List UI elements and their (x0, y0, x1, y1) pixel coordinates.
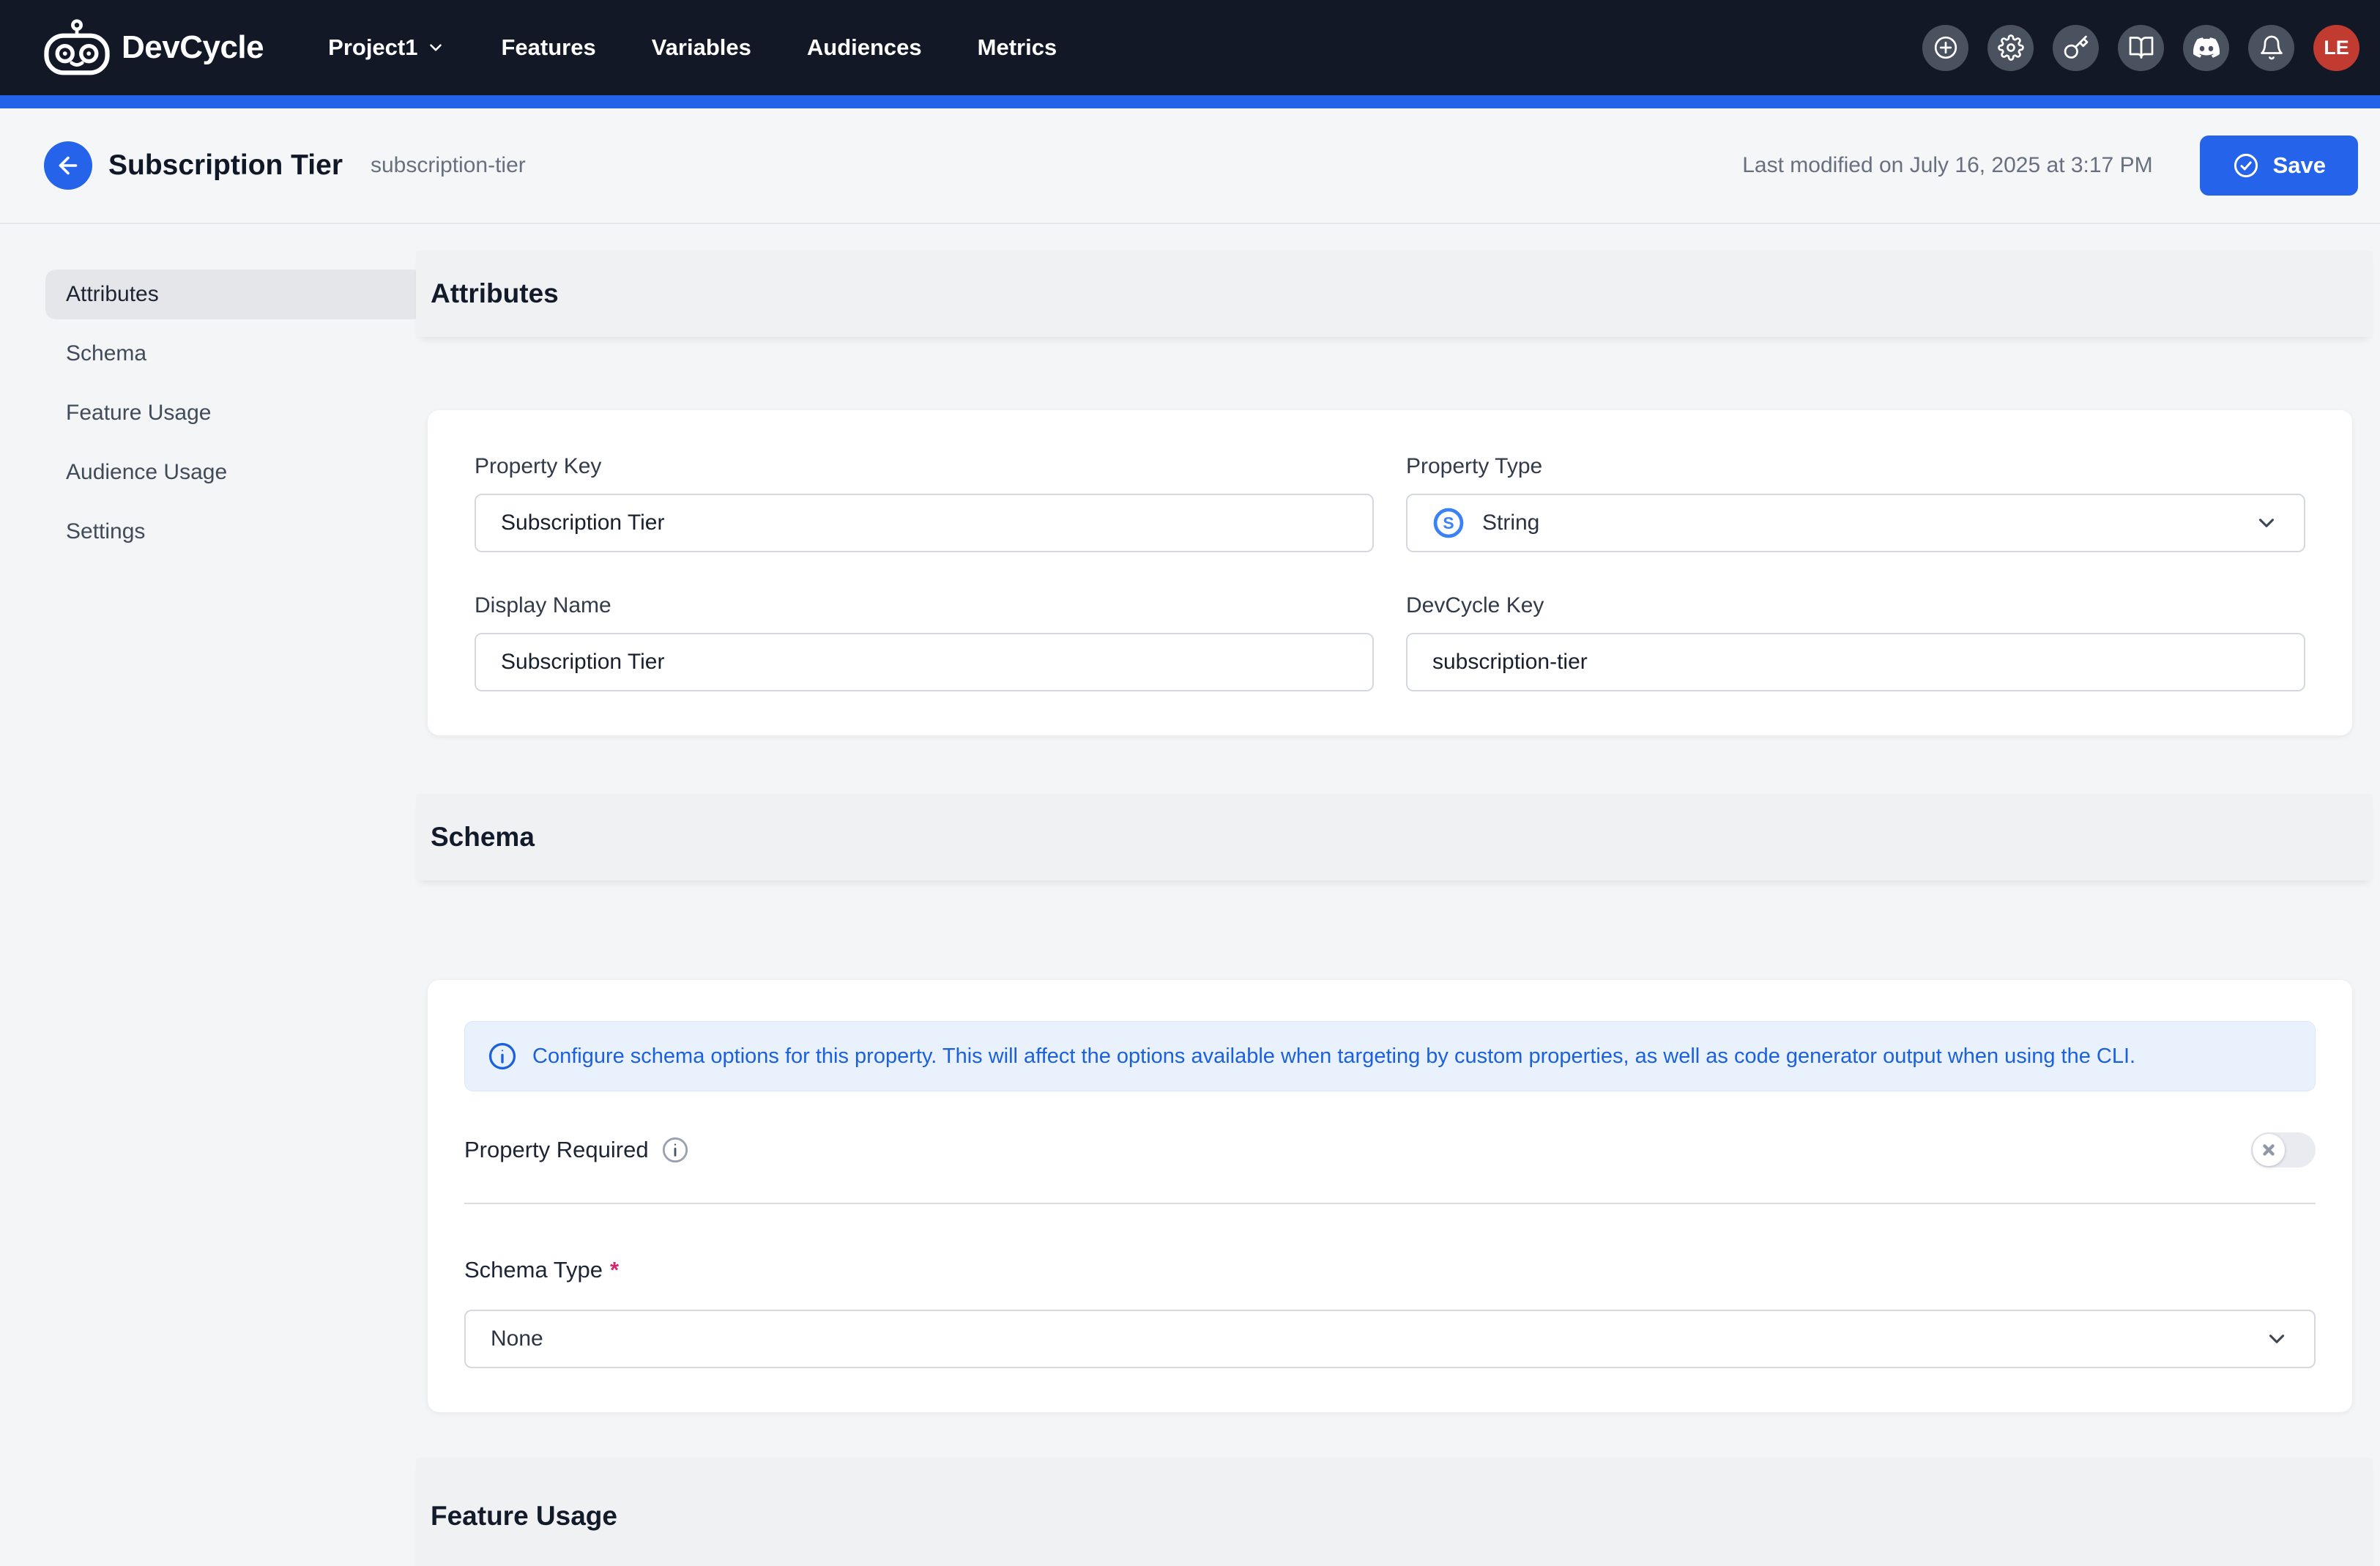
page-key: subscription-tier (371, 153, 526, 178)
string-type-icon: S (1432, 507, 1465, 539)
last-modified-text: Last modified on July 16, 2025 at 3:17 P… (1742, 153, 2152, 178)
property-required-row: Property Required (464, 1132, 2316, 1168)
schema-type-label-text: Schema Type (464, 1257, 603, 1283)
feature-usage-section-title: Feature Usage (431, 1501, 617, 1532)
book-icon (2128, 34, 2154, 61)
main-layout: Attributes Schema Feature Usage Audience… (0, 224, 2380, 1566)
top-navigation-bar: DevCycle Project1 Features Variables Aud… (0, 0, 2380, 95)
schema-type-select[interactable]: None (464, 1310, 2316, 1368)
required-asterisk: * (610, 1257, 619, 1283)
schema-section-header: Schema (416, 794, 2373, 880)
content-area: Attributes Property Key Property Type S … (416, 224, 2373, 1566)
topbar-actions: LE (1922, 25, 2359, 71)
property-type-field-group: Property Type S String (1406, 454, 2305, 552)
info-circle-icon (487, 1041, 518, 1072)
nav-item-audiences[interactable]: Audiences (807, 34, 922, 61)
devcycle-key-label: DevCycle Key (1406, 593, 2305, 618)
attributes-card: Property Key Property Type S String (428, 410, 2352, 735)
gear-icon (1998, 34, 2024, 61)
save-button[interactable]: Save (2200, 136, 2358, 196)
schema-info-alert-text: Configure schema options for this proper… (532, 1044, 2135, 1069)
feature-usage-section-header: Feature Usage (416, 1458, 2373, 1566)
schema-type-value: None (491, 1326, 543, 1351)
page-title: Subscription Tier (108, 149, 343, 182)
info-circle-icon[interactable] (661, 1135, 690, 1165)
display-name-input[interactable] (475, 633, 1374, 691)
page-header: Subscription Tier subscription-tier Last… (0, 108, 2380, 224)
bell-icon (2258, 34, 2285, 61)
sidebar-item-feature-usage[interactable]: Feature Usage (45, 388, 423, 438)
back-button[interactable] (44, 141, 92, 190)
project-selector-label: Project1 (328, 34, 417, 61)
property-type-label: Property Type (1406, 454, 2305, 479)
schema-card: Configure schema options for this proper… (428, 980, 2352, 1412)
schema-info-alert: Configure schema options for this proper… (464, 1021, 2316, 1091)
property-type-value: String (1482, 511, 1539, 535)
property-required-toggle[interactable] (2251, 1132, 2316, 1168)
discord-button[interactable] (2183, 25, 2229, 71)
key-icon (2063, 34, 2089, 61)
attributes-section-title: Attributes (431, 278, 559, 309)
devcycle-logo[interactable]: DevCycle (42, 18, 264, 77)
toggle-off-x-icon (2253, 1134, 2285, 1166)
plus-circle-icon (1933, 34, 1959, 61)
discord-icon (2193, 34, 2220, 61)
devcycle-key-field-group: DevCycle Key (1406, 593, 2305, 691)
section-sidenav: Attributes Schema Feature Usage Audience… (0, 224, 416, 566)
sidebar-item-schema[interactable]: Schema (45, 329, 423, 379)
attributes-section-header: Attributes (416, 251, 2373, 337)
docs-button[interactable] (2118, 25, 2164, 71)
display-name-label: Display Name (475, 593, 1374, 618)
property-required-label: Property Required (464, 1135, 690, 1165)
check-circle-icon (2232, 152, 2260, 179)
project-selector[interactable]: Project1 (328, 34, 445, 61)
property-key-label: Property Key (475, 454, 1374, 479)
devcycle-robot-icon (42, 18, 111, 77)
chevron-down-icon (2264, 1326, 2289, 1351)
nav-item-features[interactable]: Features (501, 34, 595, 61)
schema-divider (464, 1203, 2316, 1204)
property-required-label-text: Property Required (464, 1137, 649, 1163)
notifications-button[interactable] (2248, 25, 2294, 71)
schema-section-title: Schema (431, 822, 535, 853)
sidebar-item-settings[interactable]: Settings (45, 507, 423, 557)
property-type-select[interactable]: S String (1406, 494, 2305, 552)
logo-wordmark: DevCycle (122, 29, 264, 66)
sidebar-item-attributes[interactable]: Attributes (45, 270, 423, 319)
settings-button[interactable] (1987, 25, 2034, 71)
svg-text:S: S (1443, 513, 1454, 532)
schema-type-label: Schema Type * (464, 1257, 2316, 1283)
user-avatar[interactable]: LE (2313, 25, 2359, 71)
accent-bar (0, 95, 2380, 108)
devcycle-key-input[interactable] (1406, 633, 2305, 691)
property-key-field-group: Property Key (475, 454, 1374, 552)
api-keys-button[interactable] (2053, 25, 2099, 71)
nav-item-metrics[interactable]: Metrics (978, 34, 1057, 61)
save-button-label: Save (2273, 152, 2326, 179)
create-button[interactable] (1922, 25, 1968, 71)
chevron-down-icon (2254, 511, 2279, 535)
arrow-left-icon (55, 152, 81, 179)
display-name-field-group: Display Name (475, 593, 1374, 691)
property-key-input[interactable] (475, 494, 1374, 552)
primary-nav: Project1 Features Variables Audiences Me… (328, 34, 1057, 61)
chevron-down-icon (426, 38, 445, 57)
sidebar-item-audience-usage[interactable]: Audience Usage (45, 448, 423, 497)
nav-item-variables[interactable]: Variables (652, 34, 751, 61)
